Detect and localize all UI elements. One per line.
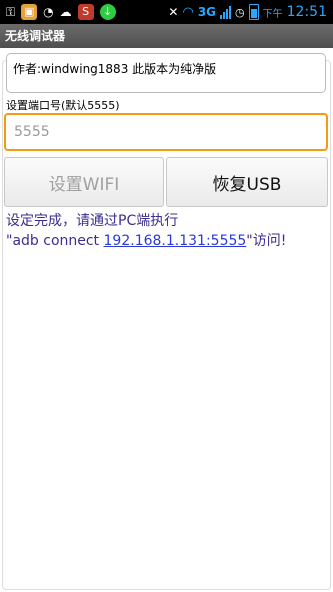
connect-address-link[interactable]: 192.168.1.131:5555 (104, 233, 247, 249)
alarm-icon: ◷ (235, 5, 245, 19)
chat-icon: ◔ (43, 5, 54, 19)
app-title-bar: 无线调试器 (0, 24, 333, 48)
download-icon: ↓ (99, 4, 116, 20)
status-prefix: "adb connect (6, 233, 104, 249)
set-wifi-button[interactable]: 设置WIFI (4, 157, 164, 207)
mute-icon: ✕ (168, 5, 179, 19)
port-input[interactable] (4, 113, 328, 151)
restore-usb-label: 恢复USB (212, 174, 282, 195)
author-text: 作者:windwing1883 此版本为纯净版 (13, 62, 217, 76)
status-line-2: "adb connect 192.168.1.131:5555"访问! (6, 231, 326, 251)
clock-ampm: 下午 (262, 8, 283, 20)
port-label: 设置端口号(默认5555) (6, 99, 120, 112)
app-title: 无线调试器 (5, 29, 66, 43)
notification-icons: ⚿ ▣ ◔ ☁ S ↓ (0, 0, 116, 24)
set-wifi-label: 设置WIFI (48, 174, 120, 195)
cloud-icon: ☁ (59, 5, 72, 19)
battery-icon (248, 4, 259, 20)
clock: 12:51 (286, 4, 327, 20)
network-type: 3G (197, 5, 217, 19)
status-bar: ⚿ ▣ ◔ ☁ S ↓ ✕ ◠ 3G ◷ 下午 12:51 (0, 0, 333, 24)
restore-usb-button[interactable]: 恢复USB (166, 157, 328, 207)
wifi-icon: ◠ (182, 4, 194, 20)
usb-debug-icon: S (77, 4, 94, 20)
key-icon: ⚿ (6, 4, 16, 19)
status-suffix: "访问! (246, 233, 287, 249)
system-icons: ✕ ◠ 3G ◷ 下午 12:51 (168, 0, 333, 24)
signal-icon (220, 5, 232, 19)
status-message: 设定完成，请通过PC端执行 "adb connect 192.168.1.131… (6, 211, 326, 251)
status-line-1: 设定完成，请通过PC端执行 (6, 213, 179, 229)
app-icon: ▣ (21, 4, 38, 20)
author-info-box: 作者:windwing1883 此版本为纯净版 (6, 53, 326, 93)
